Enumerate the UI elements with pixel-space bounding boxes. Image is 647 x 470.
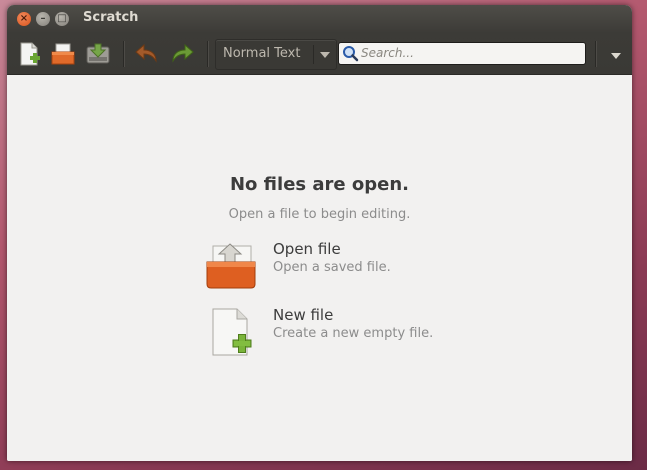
open-file-description: Open a saved file. [273, 260, 391, 275]
undo-button[interactable] [134, 41, 160, 65]
new-document-button[interactable] [16, 41, 42, 66]
open-folder-icon [51, 43, 75, 65]
maximize-window-button[interactable]: □ [55, 12, 69, 26]
combo-divider [313, 45, 314, 64]
welcome-view: No files are open. Open a file to begin … [7, 75, 632, 461]
welcome-subheading: Open a file to begin editing. [228, 207, 411, 222]
new-file-action[interactable]: New file Create a new empty file. [205, 306, 505, 356]
welcome-heading: No files are open. [229, 174, 409, 195]
toolbar-separator [595, 41, 597, 67]
new-document-icon [20, 42, 40, 66]
save-file-button[interactable] [85, 41, 111, 65]
close-window-button[interactable]: × [17, 12, 31, 26]
language-combo-value: Normal Text [223, 46, 301, 61]
chevron-down-icon [320, 52, 330, 58]
toolbar-separator [207, 41, 209, 67]
menu-arrow-icon[interactable] [611, 53, 621, 59]
redo-button[interactable] [169, 41, 195, 65]
search-icon [343, 46, 359, 62]
open-file-action[interactable]: Open file Open a saved file. [205, 240, 505, 290]
toolbar: Normal Text [7, 33, 632, 75]
search-box[interactable] [338, 42, 586, 65]
title-bar[interactable]: × – □ Scratch [7, 5, 632, 33]
new-file-description: Create a new empty file. [273, 326, 434, 341]
toolbar-separator [123, 41, 125, 67]
open-folder-icon [206, 243, 256, 289]
language-combo[interactable]: Normal Text [215, 39, 337, 70]
app-window: × – □ Scratch Normal Text Search... No f… [7, 5, 632, 461]
undo-icon [135, 43, 157, 63]
new-file-icon [212, 308, 252, 356]
window-title: Scratch [83, 10, 139, 25]
open-file-title: Open file [273, 240, 341, 258]
new-file-title: New file [273, 306, 334, 324]
save-icon [86, 43, 110, 64]
redo-icon [172, 43, 194, 63]
open-file-button[interactable] [50, 41, 76, 65]
minimize-window-button[interactable]: – [36, 12, 50, 26]
search-input[interactable] [361, 44, 579, 62]
